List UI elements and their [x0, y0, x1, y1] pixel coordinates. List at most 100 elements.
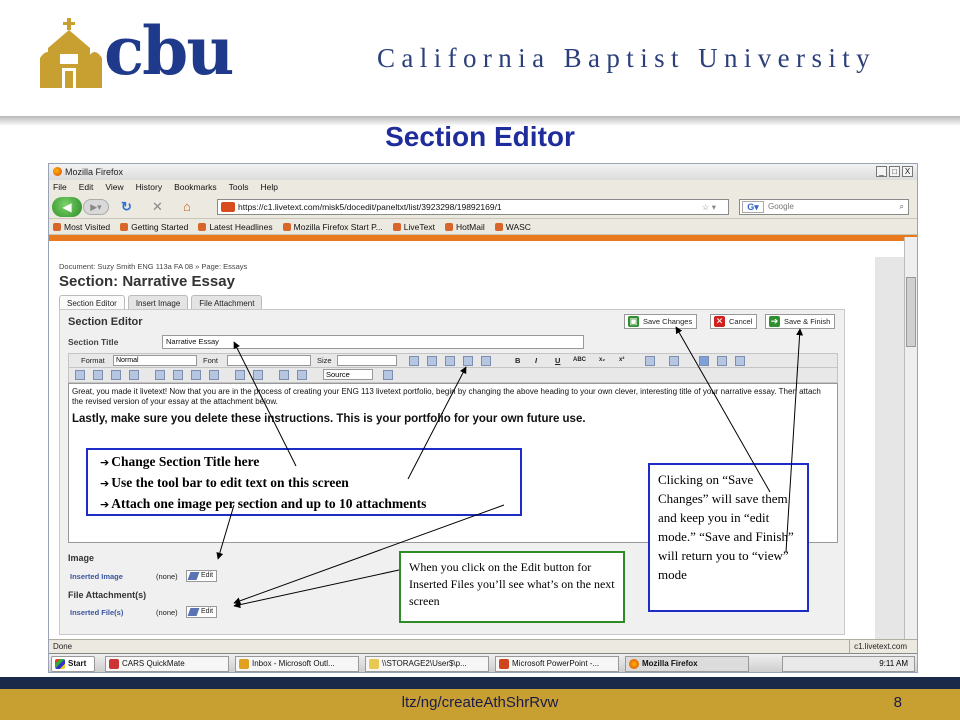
paste-word-icon[interactable]: [481, 356, 491, 366]
maximize-button[interactable]: □: [889, 166, 900, 177]
align-right-icon[interactable]: [735, 356, 745, 366]
url-text: https://c1.livetext.com/misk5/docedit/pa…: [238, 202, 502, 212]
arrow-right-icon: ➔: [100, 477, 110, 490]
paste-icon[interactable]: [445, 356, 455, 366]
strikethrough-icon[interactable]: ABC: [573, 354, 586, 367]
align-left-icon[interactable]: [699, 356, 709, 366]
menu-history[interactable]: History: [136, 180, 162, 195]
menu-view[interactable]: View: [105, 180, 123, 195]
url-bar[interactable]: https://c1.livetext.com/misk5/docedit/pa…: [217, 199, 729, 215]
spellcheck-icon[interactable]: [297, 370, 307, 380]
edit-image-button[interactable]: Edit: [186, 570, 218, 582]
menu-file[interactable]: File: [53, 180, 67, 195]
bookmark-most-visited[interactable]: Most Visited: [53, 219, 110, 234]
task-cars-quickmate[interactable]: CARS QuickMate: [105, 656, 229, 672]
outdent-icon[interactable]: [111, 370, 121, 380]
status-text: Done: [53, 642, 73, 651]
edit-files-button[interactable]: Edit: [186, 606, 218, 618]
table-icon[interactable]: [155, 370, 165, 380]
superscript-icon[interactable]: x²: [619, 354, 624, 367]
slide-title: Section Editor: [385, 121, 575, 152]
cancel-icon: ✕: [714, 316, 725, 327]
smiley-icon[interactable]: [209, 370, 219, 380]
save-finish-label: Save & Finish: [784, 317, 831, 326]
bookmark-wasc[interactable]: WASC: [495, 219, 531, 234]
find-icon[interactable]: [279, 370, 289, 380]
size-select[interactable]: [337, 355, 397, 366]
reload-icon[interactable]: ↻: [121, 199, 132, 215]
footer-path: ltz/ng/createAthShrRvw: [401, 694, 559, 711]
tip-item: ➔ Change Section Title here: [100, 452, 520, 473]
bookmark-star-icon[interactable]: ☆ ▾: [702, 200, 716, 214]
powerpoint-icon: [499, 659, 509, 669]
bookmark-livetext[interactable]: LiveText: [393, 219, 435, 234]
align-center-icon[interactable]: [717, 356, 727, 366]
text-color-icon[interactable]: [645, 356, 655, 366]
cbu-logo: cbu: [40, 12, 234, 90]
breadcrumb: Document: Suzy Smith ENG 113a FA 08 » Pa…: [59, 262, 248, 271]
tip-item: ➔ Attach one image per section and up to …: [100, 494, 520, 515]
save-finish-button[interactable]: ➔ Save & Finish: [765, 314, 836, 329]
menu-bookmarks[interactable]: Bookmarks: [174, 180, 217, 195]
search-placeholder: Google: [768, 202, 794, 211]
vertical-scrollbar[interactable]: [904, 237, 917, 639]
menu-edit[interactable]: Edit: [79, 180, 94, 195]
bookmark-getting-started[interactable]: Getting Started: [120, 219, 188, 234]
search-box[interactable]: G▾ Google ⌕: [739, 199, 909, 215]
source-label: Source: [326, 370, 350, 379]
cut-icon[interactable]: [409, 356, 419, 366]
font-select[interactable]: [227, 355, 311, 366]
edit-note-callout: When you click on the Edit button for In…: [399, 551, 625, 623]
inserted-image-row: Inserted Image (none) Edit: [70, 570, 218, 582]
stop-icon[interactable]: ✕: [152, 199, 163, 215]
paste-text-icon[interactable]: [463, 356, 473, 366]
special-char-icon[interactable]: [191, 370, 201, 380]
bold-icon[interactable]: B: [515, 354, 520, 367]
link-icon[interactable]: [235, 370, 245, 380]
minimize-button[interactable]: _: [876, 166, 887, 177]
source-button[interactable]: Source: [323, 369, 373, 380]
background-color-icon[interactable]: [669, 356, 679, 366]
underline-icon[interactable]: U: [555, 354, 560, 367]
outlook-icon: [239, 659, 249, 669]
task-firefox[interactable]: Mozilla Firefox: [625, 656, 749, 672]
bookmark-firefox-start[interactable]: Mozilla Firefox Start P...: [283, 219, 383, 234]
google-icon[interactable]: G▾: [742, 201, 764, 213]
back-button[interactable]: ◀: [52, 197, 82, 217]
task-powerpoint[interactable]: Microsoft PowerPoint -...: [495, 656, 619, 672]
bookmark-latest-headlines[interactable]: Latest Headlines: [198, 219, 272, 234]
task-storage-folder[interactable]: \\STORAGE2\User$\p...: [365, 656, 489, 672]
copy-icon[interactable]: [427, 356, 437, 366]
close-button[interactable]: X: [902, 166, 913, 177]
scrollbar-thumb[interactable]: [906, 277, 916, 347]
menu-tools[interactable]: Tools: [229, 180, 249, 195]
format-select[interactable]: Normal: [113, 355, 197, 366]
forward-button[interactable]: ▶▾: [83, 199, 109, 215]
menu-help[interactable]: Help: [260, 180, 277, 195]
unordered-list-icon[interactable]: [93, 370, 103, 380]
bookmark-hotmail[interactable]: HotMail: [445, 219, 485, 234]
task-outlook-inbox[interactable]: Inbox - Microsoft Outl...: [235, 656, 359, 672]
italic-icon[interactable]: I: [535, 354, 537, 367]
folder-icon: [369, 659, 379, 669]
home-icon[interactable]: ⌂: [183, 199, 191, 215]
tips-callout: ➔ Change Section Title here ➔ Use the tool…: [86, 448, 522, 516]
window-title: Mozilla Firefox: [65, 167, 124, 177]
section-title-input[interactable]: Narrative Essay: [162, 335, 584, 349]
subscript-icon[interactable]: x₂: [599, 354, 605, 367]
page-right-margin: [875, 257, 905, 639]
save-changes-button[interactable]: ▣ Save Changes: [624, 314, 698, 329]
horizontal-rule-icon[interactable]: [173, 370, 183, 380]
ordered-list-icon[interactable]: [75, 370, 85, 380]
editor-toolbar-row-2: Source: [68, 368, 838, 383]
indent-icon[interactable]: [129, 370, 139, 380]
status-bar: Done c1.livetext.com: [49, 639, 917, 653]
system-tray-clock[interactable]: 9:11 AM: [782, 656, 915, 672]
unlink-icon[interactable]: [253, 370, 263, 380]
start-button[interactable]: Start: [51, 656, 95, 672]
format-value: Normal: [116, 357, 139, 364]
maximize-editor-icon[interactable]: [383, 370, 393, 380]
cancel-button[interactable]: ✕ Cancel: [710, 314, 758, 329]
search-icon[interactable]: ⌕: [900, 200, 904, 214]
task-label: Inbox - Microsoft Outl...: [252, 659, 335, 668]
